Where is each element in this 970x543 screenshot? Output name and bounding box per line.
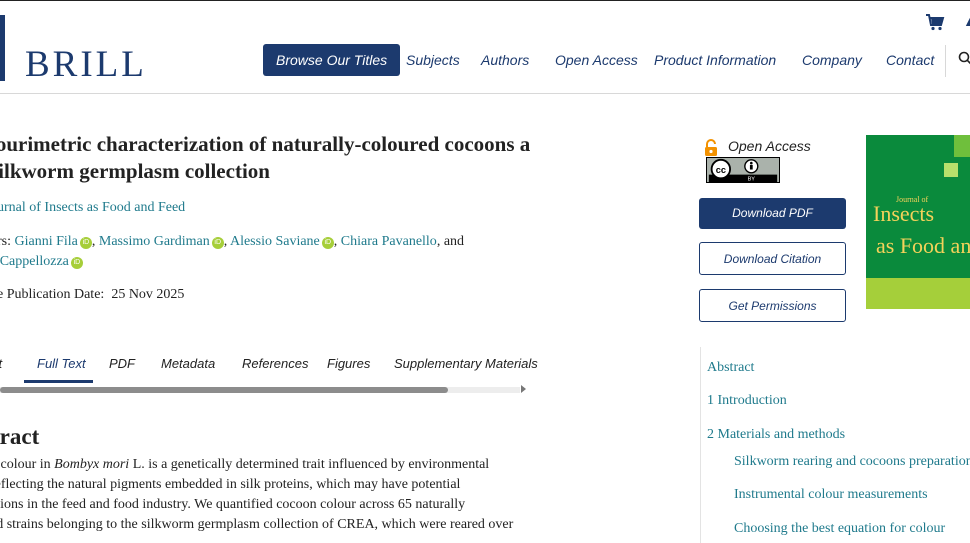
journal-link[interactable]: ournal of Insects as Food and Feed xyxy=(0,200,185,216)
svg-text:BY: BY xyxy=(748,177,756,183)
abstract-line: reflecting the natural pigments embedded… xyxy=(0,477,461,492)
author-link[interactable]: a Cappellozza xyxy=(0,254,69,269)
orcid-icon[interactable]: iD xyxy=(70,257,83,269)
publication-date: ne Publication Date: 25 Nov 2025 xyxy=(0,287,184,303)
orcid-icon[interactable]: iD xyxy=(211,237,224,249)
abstract-line: n colour in Bombyx mori L. is a genetica… xyxy=(0,457,490,472)
nav-open-access[interactable]: Open Access xyxy=(555,44,638,76)
download-pdf-button[interactable]: Download PDF xyxy=(699,198,846,229)
tab-figures[interactable]: Figures xyxy=(327,356,370,371)
tab-abstract[interactable]: ct xyxy=(0,356,2,371)
cover-title-insects: Insects xyxy=(873,201,935,226)
abstract-line: ations in the feed and food industry. We… xyxy=(0,497,466,512)
nav-divider xyxy=(945,45,946,77)
toc-item-silkworm-rearing[interactable]: Silkworm rearing and cocoons preparation xyxy=(734,454,970,470)
nav-browse-our-titles[interactable]: Browse Our Titles xyxy=(263,44,401,76)
search-icon[interactable] xyxy=(958,51,970,65)
open-lock-icon xyxy=(705,139,717,156)
cover-title-food-and-feed: as Food and Fee xyxy=(876,233,970,258)
author-link[interactable]: Alessio Saviane xyxy=(230,234,320,249)
nav-contact[interactable]: Contact xyxy=(886,44,934,76)
cart-icon[interactable] xyxy=(925,13,945,31)
author-link[interactable]: Gianni Fila xyxy=(15,234,78,249)
toc-item-introduction[interactable]: 1 Introduction xyxy=(707,393,787,409)
toc-item-instrumental-colour[interactable]: Instrumental colour measurements xyxy=(734,487,928,503)
open-access-label: Open Access xyxy=(728,138,811,154)
toc-item-choosing-equation[interactable]: Choosing the best equation for colour xyxy=(734,521,945,537)
cover-band xyxy=(866,278,970,309)
brill-logo-mark xyxy=(0,15,5,81)
orcid-icon[interactable]: iD xyxy=(79,237,92,249)
toc-item-abstract[interactable]: Abstract xyxy=(707,360,754,376)
get-permissions-button[interactable]: Get Permissions xyxy=(699,289,846,322)
tab-references[interactable]: References xyxy=(242,356,308,371)
tab-pdf[interactable]: PDF xyxy=(109,356,135,371)
site-header: BRILL ▲ Browse Our Titles Subjects Autho… xyxy=(0,0,970,94)
cc-by-license-icon[interactable]: cc BY xyxy=(706,157,780,183)
authors-line: ors: Gianni FilaiD, Massimo GardimaniD, … xyxy=(0,232,510,272)
cover-decoration xyxy=(944,163,958,177)
article-tabs: ct Full Text PDF Metadata References Fig… xyxy=(0,350,538,384)
author-link[interactable]: Chiara Pavanello xyxy=(341,234,437,249)
authors-conjunction: and xyxy=(443,234,465,249)
account-icon[interactable]: ▲ xyxy=(963,13,970,29)
article-title: lourimetric characterization of naturall… xyxy=(0,132,531,183)
cover-decoration xyxy=(954,135,970,157)
download-citation-button[interactable]: Download Citation xyxy=(699,242,846,275)
pubdate-label: ne Publication Date: xyxy=(0,287,105,302)
species-name: Bombyx mori xyxy=(54,457,130,472)
svg-text:cc: cc xyxy=(716,165,726,175)
authors-label: ors: xyxy=(0,234,11,249)
author-link[interactable]: Massimo Gardiman xyxy=(99,234,210,249)
nav-subjects[interactable]: Subjects xyxy=(406,44,460,76)
nav-product-information[interactable]: Product Information xyxy=(654,44,776,76)
pubdate-value: 25 Nov 2025 xyxy=(111,287,185,302)
tab-supplementary-materials[interactable]: Supplementary Materials xyxy=(394,356,538,371)
tabs-scrollbar-thumb[interactable] xyxy=(0,387,448,393)
abstract-heading: tract xyxy=(0,424,40,449)
scroll-right-icon[interactable] xyxy=(521,385,526,393)
nav-company[interactable]: Company xyxy=(802,44,862,76)
tab-full-text[interactable]: Full Text xyxy=(37,356,86,371)
brill-logo[interactable]: BRILL xyxy=(25,45,147,85)
abstract-body: n colour in Bombyx mori L. is a genetica… xyxy=(0,455,530,535)
toc-item-materials-and-methods[interactable]: 2 Materials and methods xyxy=(707,427,845,443)
journal-cover-image[interactable]: Journal of Insects as Food and Fee xyxy=(866,135,970,309)
table-of-contents: Abstract 1 Introduction 2 Materials and … xyxy=(700,347,970,543)
tab-metadata[interactable]: Metadata xyxy=(161,356,215,371)
orcid-icon[interactable]: iD xyxy=(321,237,334,249)
nav-authors[interactable]: Authors xyxy=(481,44,529,76)
active-tab-indicator xyxy=(24,380,93,383)
abstract-line: ed strains belonging to the silkworm ger… xyxy=(0,517,514,532)
